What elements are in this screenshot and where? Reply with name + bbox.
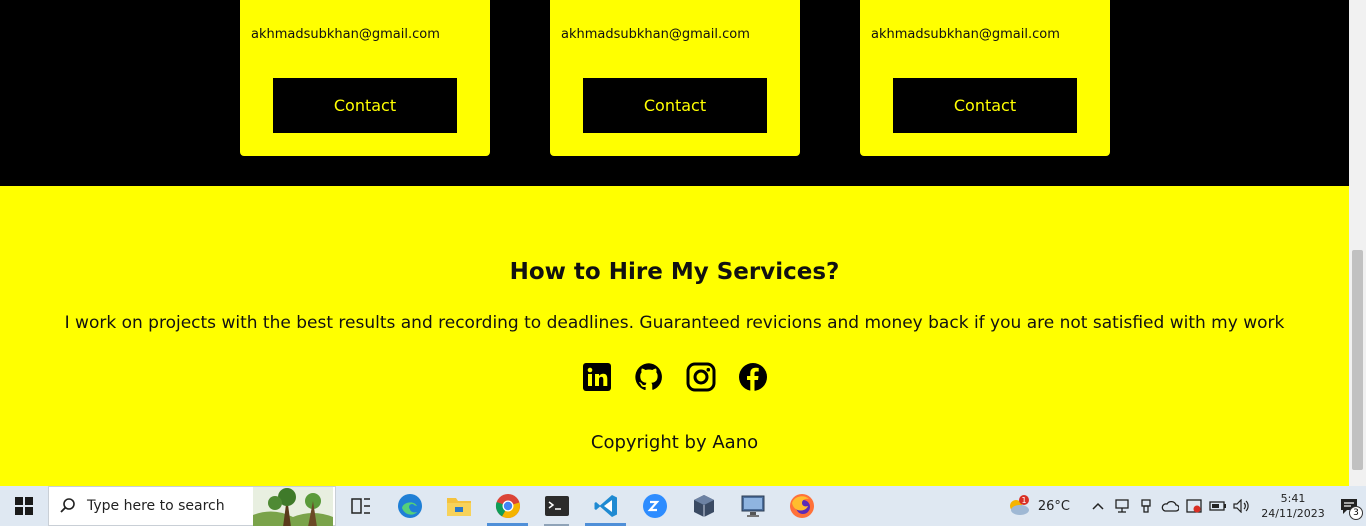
linkedin-icon[interactable] [581, 361, 613, 393]
cloud-icon [1161, 500, 1179, 512]
page-scrollbar[interactable] [1349, 0, 1366, 486]
taskbar-app-virtualbox[interactable] [679, 486, 728, 526]
notification-count: 3 [1349, 506, 1363, 520]
hire-description: I work on projects with the best results… [64, 313, 1285, 333]
taskbar-app-firefox[interactable] [777, 486, 826, 526]
zoom-icon [642, 494, 667, 518]
task-view-icon [350, 498, 370, 514]
tray-onedrive[interactable] [1158, 486, 1182, 526]
vscode-icon [594, 495, 617, 517]
tray-battery[interactable] [1206, 486, 1230, 526]
edge-icon [397, 494, 422, 518]
clock-date: 24/11/2023 [1261, 507, 1325, 520]
hire-section: How to Hire My Services? I work on proje… [0, 186, 1349, 486]
weather-widget[interactable]: 1 26°C [1006, 494, 1070, 518]
terminal-icon [544, 496, 569, 516]
taskbar-app-zoom[interactable] [630, 486, 679, 526]
card-email: akhmadsubkhan@gmail.com [561, 27, 750, 42]
system-tray: 1 26°C 5:41 24/11/2023 3 [1006, 486, 1366, 526]
instagram-icon[interactable] [685, 361, 717, 393]
monitor-icon [741, 495, 764, 517]
hire-title: How to Hire My Services? [509, 259, 840, 285]
taskbar-app-chrome[interactable] [483, 486, 532, 526]
tray-volume[interactable] [1230, 486, 1254, 526]
security-icon [1186, 499, 1202, 513]
usb-icon [1141, 499, 1151, 513]
web-page: akhmadsubkhan@gmail.com Contact akhmadsu… [0, 0, 1349, 486]
contact-card: akhmadsubkhan@gmail.com Contact [860, 0, 1110, 156]
github-icon[interactable] [633, 361, 665, 393]
card-email: akhmadsubkhan@gmail.com [871, 27, 1060, 42]
taskbar-clock[interactable]: 5:41 24/11/2023 [1254, 491, 1332, 521]
clock-time: 5:41 [1280, 492, 1306, 505]
search-highlight-image [253, 487, 333, 526]
taskbar-app-remote-desktop[interactable] [728, 486, 777, 526]
windows-logo-icon [15, 497, 33, 515]
facebook-icon[interactable] [737, 361, 769, 393]
taskbar-app-vscode[interactable] [581, 486, 630, 526]
tray-network-device[interactable] [1110, 486, 1134, 526]
contact-button[interactable]: Contact [273, 78, 457, 133]
search-placeholder: Type here to search [87, 498, 225, 514]
windows-taskbar: Type here to search 1 26°C 5:41 24/11/20… [0, 486, 1366, 526]
contact-card: akhmadsubkhan@gmail.com Contact [240, 0, 490, 156]
task-view-button[interactable] [336, 486, 385, 526]
search-icon [60, 498, 75, 513]
notification-center-button[interactable]: 3 [1332, 486, 1366, 526]
start-button[interactable] [0, 486, 48, 526]
taskbar-app-file-explorer[interactable] [434, 486, 483, 526]
network-icon [1115, 499, 1129, 513]
show-hidden-icons-button[interactable] [1086, 486, 1110, 526]
tray-usb[interactable] [1134, 486, 1158, 526]
chevron-up-icon [1092, 502, 1104, 510]
contact-card: akhmadsubkhan@gmail.com Contact [550, 0, 800, 156]
weather-icon: 1 [1009, 495, 1029, 515]
scrollbar-thumb[interactable] [1352, 250, 1363, 470]
contact-button[interactable]: Contact [893, 78, 1077, 133]
battery-icon [1209, 501, 1226, 511]
copyright-text: Copyright by Aano [590, 432, 759, 453]
contact-cards-section: akhmadsubkhan@gmail.com Contact akhmadsu… [0, 0, 1349, 186]
tray-security[interactable] [1182, 486, 1206, 526]
folder-icon [446, 498, 471, 516]
weather-temperature: 26°C [1037, 498, 1070, 514]
taskbar-app-terminal[interactable] [532, 486, 581, 526]
social-links [581, 361, 769, 393]
card-email: akhmadsubkhan@gmail.com [251, 27, 440, 42]
firefox-icon [789, 494, 814, 518]
taskbar-app-edge[interactable] [385, 486, 434, 526]
taskbar-search[interactable]: Type here to search [48, 486, 336, 526]
speaker-icon [1233, 499, 1249, 513]
weather-badge: 1 [1021, 496, 1026, 505]
chrome-icon [495, 494, 520, 518]
contact-button[interactable]: Contact [583, 78, 767, 133]
virtualbox-icon [693, 495, 714, 517]
